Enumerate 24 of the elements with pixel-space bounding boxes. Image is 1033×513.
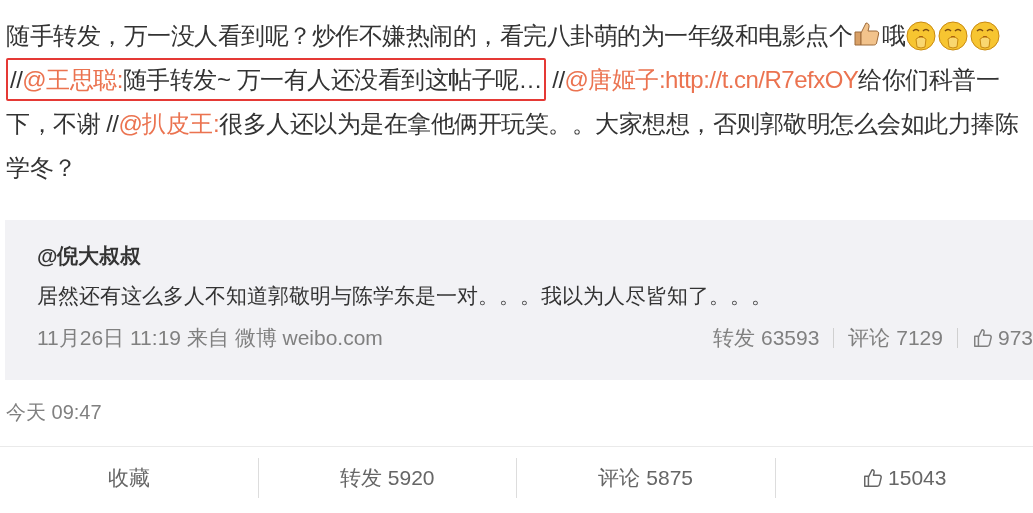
post-text: 随手转发，万一没人看到呢？炒作不嫌热闹的，看完八卦萌的为一年级和电影点个 哦 //@王思聪:随手转发~ 万一有人还没看到这帖子呢… //@唐姬子:http://t.cn/R7efxOY给你们科普一下，不谢 //@扒皮王:很多人还以为是在拿他俩开玩笑。。大家想想，否则郭敬明怎么会如此力捧陈学冬？ — [5, 19, 1020, 183]
mention-link[interactable]: http://t.cn/R7efxOY — [665, 66, 859, 93]
mention-link[interactable]: @扒皮王: — [118, 110, 220, 137]
mention-link[interactable]: @唐姬子: — [564, 66, 666, 93]
stat-count[interactable]: 评论 7129 — [848, 322, 943, 354]
stat-count[interactable]: 收藏 — [107, 461, 150, 494]
stat-count[interactable]: 转发 63593 — [713, 322, 820, 354]
quote-text: // — [10, 66, 23, 93]
yawning-face-emoji — [905, 21, 936, 51]
post-time: 今天 09:47 — [5, 400, 103, 424]
like-count[interactable]: 973 — [971, 322, 1033, 354]
quoted-meta: 11月26日 11:19 来自 微博 weibo.com — [37, 325, 383, 351]
like-count[interactable]: 15043 — [862, 461, 947, 494]
yawning-face-emoji — [969, 21, 1000, 51]
quote-text: 随手转发~ 万一有人还没看到这帖子呢… — [122, 66, 543, 93]
quoted-text: 居然还有这么多人不知道郭敬明与陈学东是一对。。。我以为人尽皆知了。。。 — [37, 283, 773, 309]
thumbs-up-emoji — [852, 20, 882, 48]
yawning-face-emoji — [937, 21, 968, 51]
quoted-author[interactable]: @倪大叔叔 — [37, 242, 1033, 270]
stat-count[interactable]: 转发 5920 — [339, 461, 435, 494]
stat-count[interactable]: 评论 5875 — [598, 461, 694, 494]
thumbs-up-icon — [862, 466, 885, 489]
thumbs-up-icon — [971, 326, 994, 349]
mention-link[interactable]: @王思聪: — [22, 66, 123, 93]
